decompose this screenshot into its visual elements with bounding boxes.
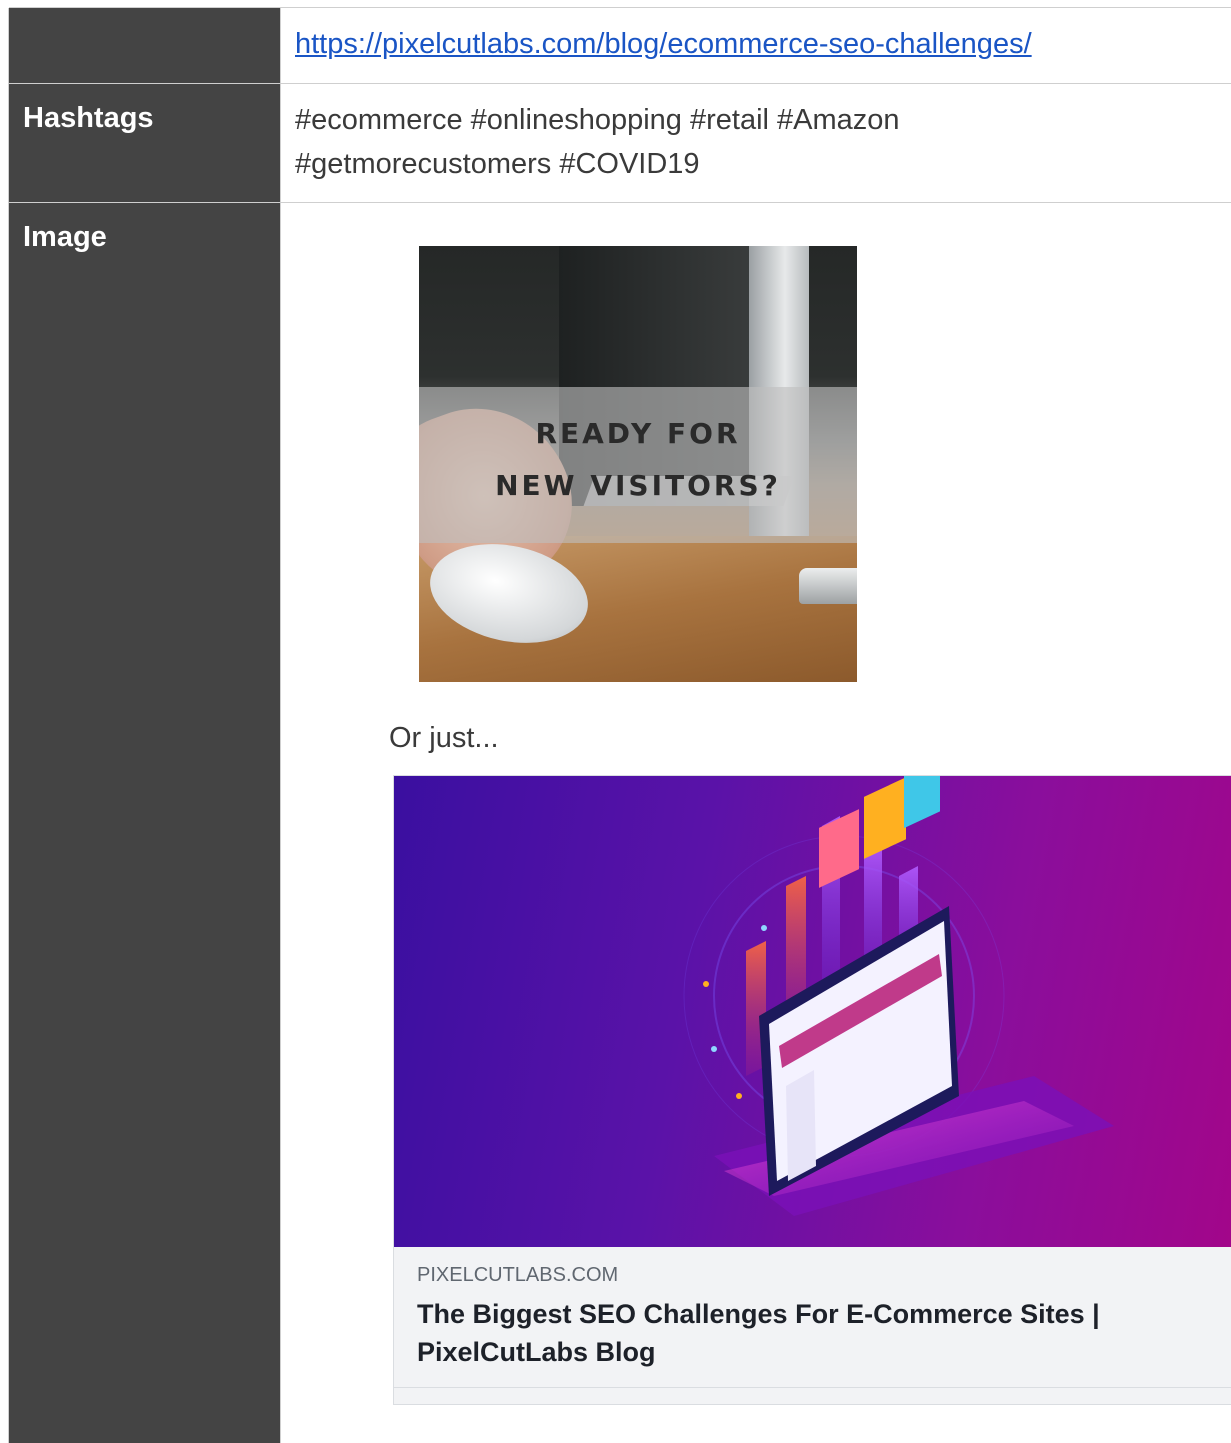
photo-caption-line-1: READY FOR [535,417,741,450]
table-row-hashtags: Hashtags #ecommerce #onlineshopping #ret… [9,83,1231,203]
photo-caption-line-2: NEW VISITORS? [495,469,781,502]
link-preview-domain: PIXELCUTLABS.COM [417,1264,619,1286]
post-url-link[interactable]: https://pixelcutlabs.com/blog/ecommerce-… [295,28,1032,60]
row-label-image: Image [9,203,281,1443]
link-preview-image [394,776,1231,1247]
ecommerce-illustration [683,776,1114,1216]
or-just-text: Or just... [389,722,499,754]
photo-caption-band: READY FOR NEW VISITORS? [419,387,857,543]
promo-photo: READY FOR NEW VISITORS? [419,246,857,682]
row-label-hashtags: Hashtags [9,84,281,202]
link-preview-card[interactable]: PIXELCUTLABS.COM The Biggest SEO Challen… [393,775,1231,1405]
link-preview-meta: PIXELCUTLABS.COM The Biggest SEO Challen… [394,1247,1231,1388]
link-preview-title: The Biggest SEO Challenges For E-Commerc… [417,1299,1100,1367]
hashtags-line-1: #ecommerce #onlineshopping #retail #Amaz… [295,104,900,136]
row-value-hashtags: #ecommerce #onlineshopping #retail #Amaz… [281,84,1231,202]
row-value-link: https://pixelcutlabs.com/blog/ecommerce-… [281,8,1231,83]
hashtags-line-2: #getmorecustomers #COVID19 [295,148,700,180]
row-label-link [9,8,281,83]
table-row-link: https://pixelcutlabs.com/blog/ecommerce-… [9,7,1231,84]
monitor-stand-shape [799,568,857,604]
